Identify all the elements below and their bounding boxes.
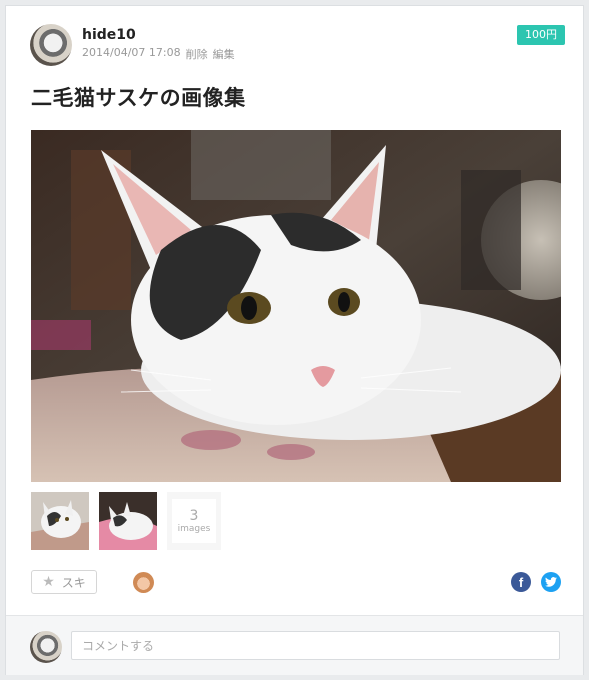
facebook-share-icon[interactable]: f xyxy=(511,572,531,592)
post-card: hide10 2014/04/07 17:08 削除 編集 100円 二毛猫サス… xyxy=(5,5,584,675)
author-avatar[interactable] xyxy=(30,24,72,66)
comment-input[interactable] xyxy=(71,631,560,660)
like-label: スキ xyxy=(61,575,86,590)
thumbnail-1[interactable] xyxy=(31,492,89,550)
twitter-bird-icon xyxy=(545,577,557,587)
more-images-inner: 3 images xyxy=(172,499,216,543)
star-icon: ★ xyxy=(42,574,55,590)
more-images-label: images xyxy=(177,523,211,534)
post-meta: 2014/04/07 17:08 削除 編集 xyxy=(82,46,235,62)
liker-avatar[interactable] xyxy=(133,572,154,593)
thumbnail-2[interactable] xyxy=(99,492,157,550)
thumbnail-strip: 3 images xyxy=(31,492,221,550)
more-images-thumbnail[interactable]: 3 images xyxy=(167,492,221,550)
delete-link[interactable]: 削除 xyxy=(186,46,208,62)
author-name[interactable]: hide10 xyxy=(82,27,136,43)
twitter-share-icon[interactable] xyxy=(541,572,561,592)
like-button[interactable]: ★ スキ xyxy=(31,570,97,594)
post-title: 二毛猫サスケの画像集 xyxy=(31,86,246,110)
commenter-avatar xyxy=(30,631,62,663)
main-cat-image[interactable] xyxy=(31,130,561,482)
more-images-count: 3 xyxy=(189,507,199,524)
edit-link[interactable]: 編集 xyxy=(213,46,235,62)
post-date: 2014/04/07 17:08 xyxy=(82,46,181,59)
price-badge[interactable]: 100円 xyxy=(517,25,565,45)
